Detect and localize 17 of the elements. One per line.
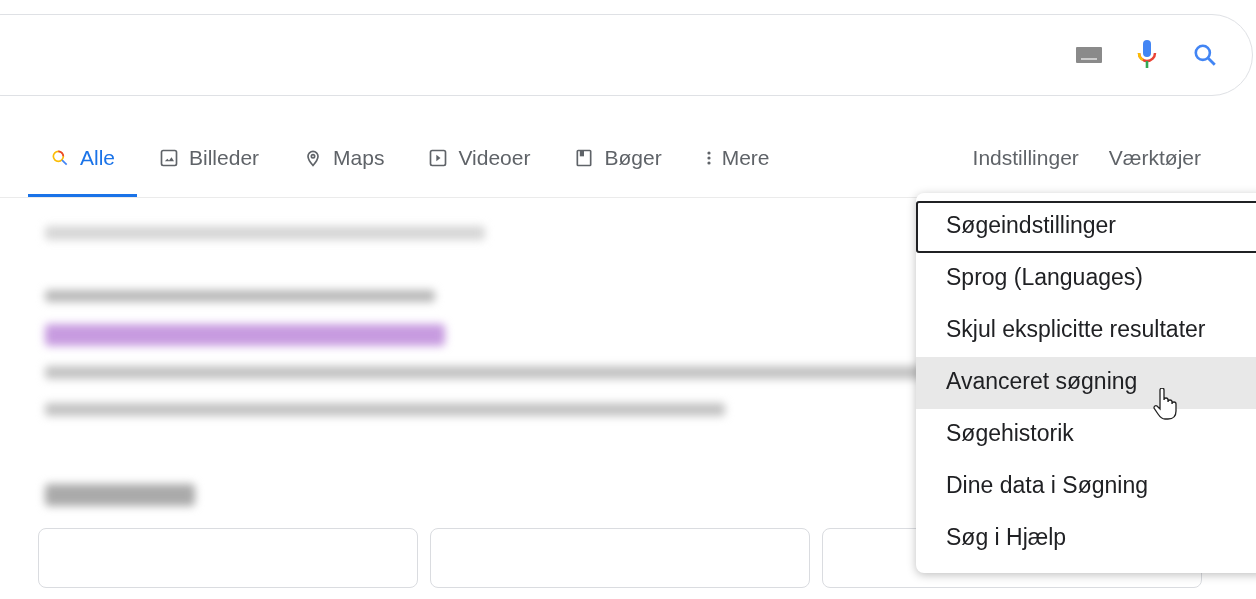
hand-cursor-icon <box>1152 388 1178 420</box>
play-icon <box>428 147 449 168</box>
tab[interactable]: Mere <box>683 119 792 197</box>
tab[interactable]: Billeder <box>137 119 282 197</box>
tab[interactable]: Bøger <box>552 119 684 197</box>
image-icon <box>159 147 180 168</box>
menu-item[interactable]: Søgeindstillinger <box>916 201 1256 253</box>
tab[interactable]: Alle <box>28 119 138 197</box>
keyboard-icon <box>1076 47 1102 63</box>
search-icon <box>1192 42 1218 68</box>
toolbar-link[interactable]: Indstillinger <box>957 146 1094 197</box>
tab[interactable]: Videoer <box>406 119 553 197</box>
toolbar-link[interactable]: Værktøjer <box>1093 146 1216 197</box>
microphone-icon <box>1136 39 1158 71</box>
menu-item[interactable]: Avanceret søgning <box>916 357 1256 409</box>
tab[interactable]: Maps <box>281 119 407 197</box>
book-icon <box>574 147 595 168</box>
